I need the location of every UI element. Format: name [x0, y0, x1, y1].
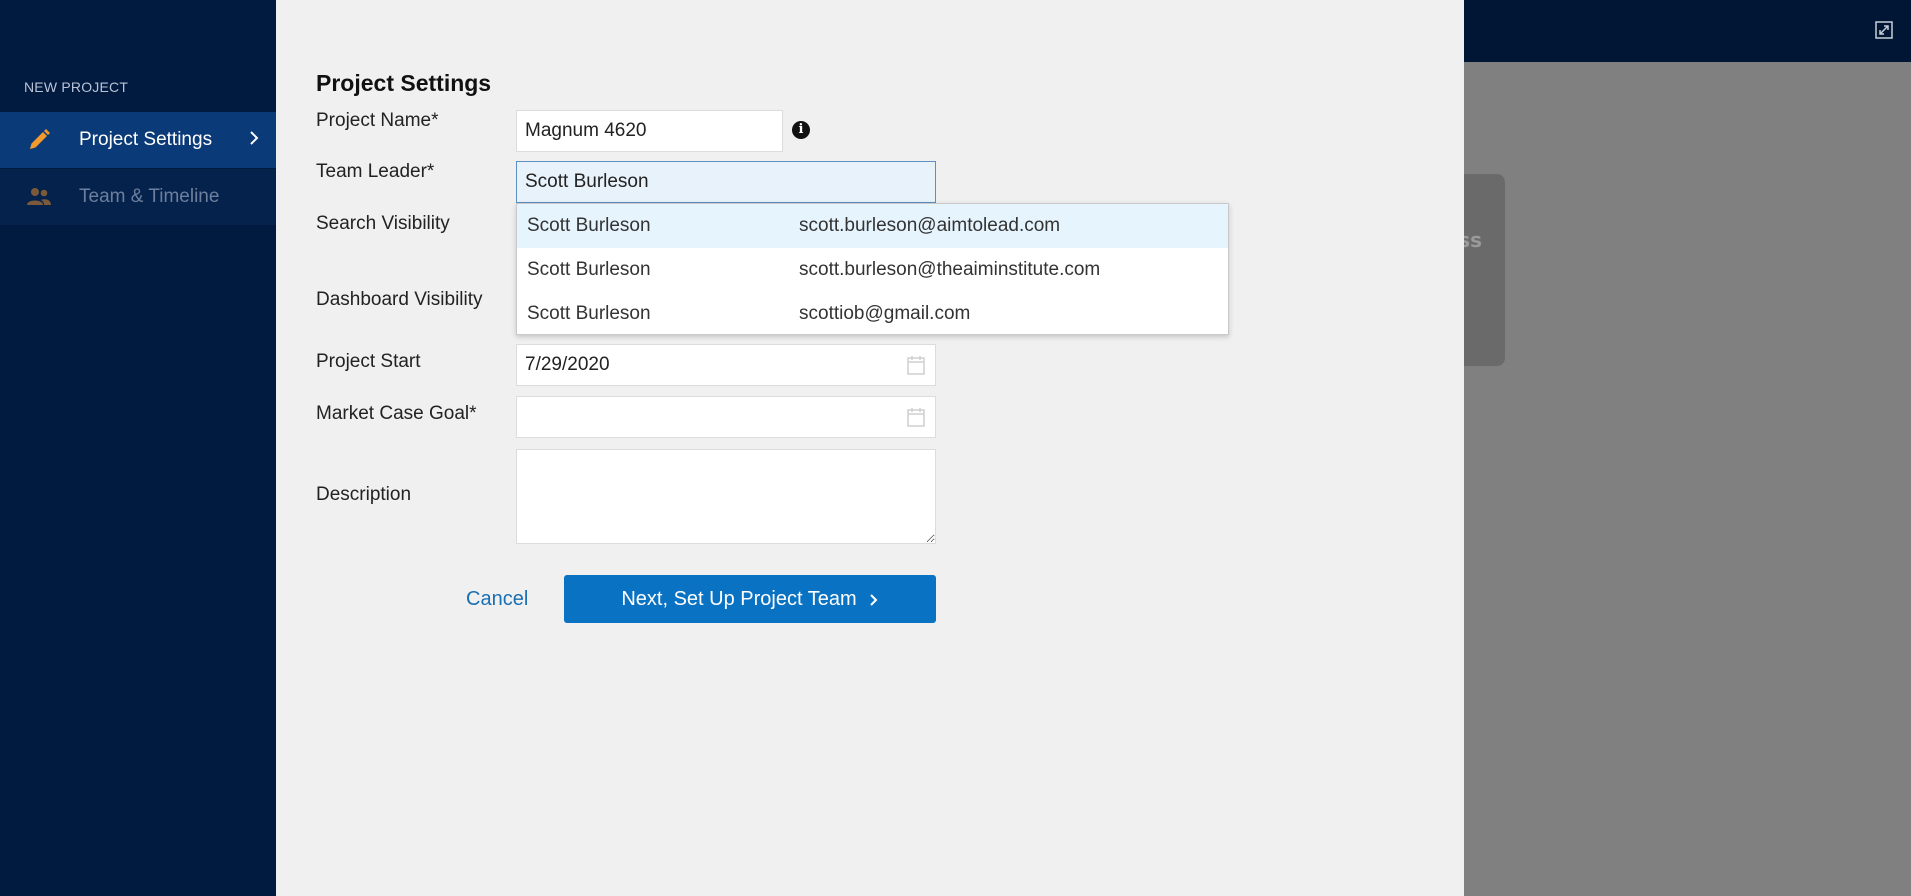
next-button-label: Next, Set Up Project Team — [621, 587, 857, 610]
sidebar-item-label: Team & Timeline — [79, 186, 220, 207]
autocomplete-option[interactable]: Scott Burleson scott.burleson@aimtolead.… — [517, 204, 1228, 248]
option-email: scott.burleson@aimtolead.com — [799, 215, 1061, 236]
dashboard-visibility-label: Dashboard Visibility — [316, 289, 483, 310]
option-email: scottiob@gmail.com — [799, 303, 971, 324]
expand-icon[interactable] — [1873, 20, 1895, 42]
description-label: Description — [316, 484, 412, 505]
project-start-label: Project Start — [316, 351, 421, 372]
sidebar-item-label: Project Settings — [79, 129, 213, 150]
team-leader-input[interactable]: Scott Burleson — [516, 161, 936, 203]
cancel-button[interactable]: Cancel — [466, 588, 528, 611]
chevron-right-icon — [869, 591, 879, 607]
project-name-label: Project Name* — [316, 110, 439, 131]
people-icon — [26, 184, 52, 210]
page-title: Project Settings — [316, 70, 492, 96]
description-textarea[interactable] — [516, 449, 936, 544]
sidebar-section-title: NEW PROJECT — [24, 79, 129, 95]
modal-content-panel — [276, 0, 1464, 896]
chevron-right-icon — [248, 128, 262, 148]
option-name: Scott Burleson — [527, 303, 651, 324]
pencil-icon — [26, 127, 52, 153]
autocomplete-option[interactable]: Scott Burleson scott.burleson@theaiminst… — [517, 248, 1228, 292]
option-email: scott.burleson@theaiminstitute.com — [799, 259, 1101, 280]
project-name-input[interactable]: Magnum 4620 — [516, 110, 783, 152]
option-name: Scott Burleson — [527, 215, 651, 236]
project-start-value: 7/29/2020 — [525, 354, 610, 375]
wizard-sidebar: NEW PROJECT Project Settings Team & Time… — [0, 0, 276, 896]
project-start-date-input[interactable]: 7/29/2020 — [516, 344, 936, 386]
info-icon[interactable]: i — [792, 121, 810, 139]
autocomplete-option[interactable]: Scott Burleson scottiob@gmail.com — [517, 292, 1228, 336]
team-leader-label: Team Leader* — [316, 161, 435, 182]
next-setup-team-button[interactable]: Next, Set Up Project Team — [564, 575, 936, 623]
calendar-icon[interactable] — [907, 407, 925, 427]
team-leader-autocomplete: Scott Burleson scott.burleson@aimtolead.… — [516, 203, 1229, 335]
sidebar-item-project-settings[interactable]: Project Settings — [0, 112, 276, 168]
calendar-icon[interactable] — [907, 355, 925, 375]
sidebar-item-team-timeline[interactable]: Team & Timeline — [0, 169, 276, 225]
option-name: Scott Burleson — [527, 259, 651, 280]
market-case-goal-label: Market Case Goal* — [316, 403, 477, 424]
search-visibility-label: Search Visibility — [316, 213, 450, 234]
market-case-goal-date-input[interactable] — [516, 396, 936, 438]
